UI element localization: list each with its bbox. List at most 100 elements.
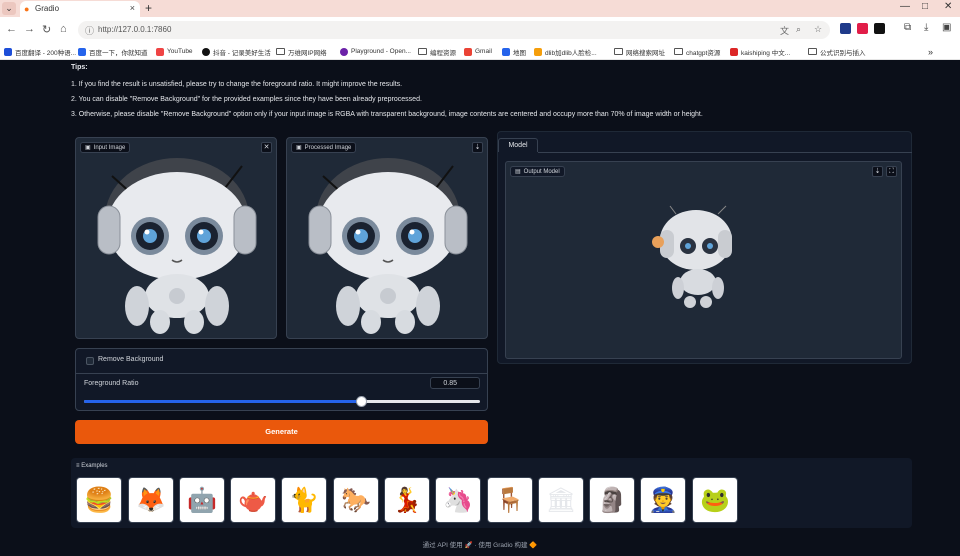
list-icon: ≡ [76,463,80,469]
bookmark-star-icon[interactable]: ☆ [814,24,822,35]
site-info-icon[interactable]: ⓘ [85,24,94,37]
example-horse[interactable]: 🐎 [333,477,379,523]
url-text[interactable]: http://127.0.0.1:7860 [98,25,171,34]
police-officer-icon: 👮 [648,486,678,514]
minimize-button[interactable]: — [900,1,910,12]
example-dancer[interactable]: 💃 [384,477,430,523]
bookmark-item[interactable]: 抖音 - 记录美好生活 [202,46,271,57]
bookmark-item[interactable]: 百度翻译 - 200种语... [4,46,76,57]
extension-icon[interactable] [840,23,851,34]
browser-tab[interactable]: ● Gradio × [20,1,140,17]
example-chair[interactable]: 🪑 [487,477,533,523]
download-button[interactable]: ⇣ [472,142,483,153]
douyin-icon [202,47,210,56]
remove-background-checkbox[interactable] [86,357,94,365]
processed-image-label: ▣ Processed Image [291,142,357,153]
bookmark-item[interactable]: Playground - Open... [340,46,411,57]
bookmark-item[interactable]: 百度一下，你就知道 [78,46,148,57]
tip-text: 3. Otherwise, please disable "Remove Bac… [71,111,703,118]
ruins-icon: 🏛 [545,486,577,514]
download-model-button[interactable]: ⇣ [872,166,883,177]
extensions-puzzle-icon[interactable]: ⧉ [904,22,911,33]
example-hamburger[interactable]: 🍔 [76,477,122,523]
examples-panel: ≡ Examples 🍔 🦊 🤖 🫖 🐈 🐎 💃 🦄 🪑 🏛 🗿 👮 🐸 [71,458,912,528]
bookmark-item[interactable]: Gmail [464,46,492,57]
bookmark-item[interactable]: dlib加dlib人脸检... [534,46,597,57]
openai-icon [340,47,348,56]
bookmark-favicon-icon [534,47,542,56]
example-cat-figure[interactable]: 🐈 [281,477,327,523]
frog-icon: 🐸 [700,486,730,514]
output-model-viewer[interactable]: ▤ Output Model ⇣ ⛶ [505,161,902,359]
home-icon[interactable]: ⌂ [60,23,67,35]
example-unicorn[interactable]: 🦄 [435,477,481,523]
statue-icon: 🗿 [597,486,627,514]
bookmarks-bar: 百度翻译 - 200种语... 百度一下，你就知道 YouTube 抖音 - 记… [0,43,960,60]
cat-icon: 🐈 [289,486,319,514]
zoom-icon[interactable]: ⌕ [796,24,801,35]
bookmark-folder[interactable]: 编程资源 [418,46,456,57]
input-image-label: ▣ Input Image [80,142,131,153]
example-robot[interactable]: 🤖 [179,477,225,523]
dancer-icon: 💃 [392,486,422,514]
folder-icon [276,48,285,55]
reload-icon[interactable]: ↻ [42,23,51,36]
new-tab-button[interactable]: + [145,1,152,15]
close-window-button[interactable]: ✕ [944,1,952,12]
bookmark-folder[interactable]: 网络搜索网址 [614,46,665,57]
options-panel: Remove Background Foreground Ratio 0.85 [75,348,488,411]
clear-image-button[interactable]: ✕ [261,142,272,153]
teapot-icon: 🫖 [238,486,268,514]
bookmark-item[interactable]: 地图 [502,46,526,57]
model-panel: Model ▤ Output Model ⇣ ⛶ [497,131,912,364]
bookmark-folder[interactable]: 公式识别与插入 [808,46,866,57]
map-icon [502,47,510,56]
translate-icon[interactable]: 文 [780,24,789,37]
tip-text: 1. If you find the result is unsatisfied… [71,81,403,88]
folder-icon [614,48,623,55]
bookmark-item[interactable]: YouTube [156,46,193,57]
processed-image-panel: ▣ Processed Image ⇣ [286,137,488,339]
address-bar[interactable]: ⓘ http://127.0.0.1:7860 文 ⌕ ☆ [78,21,830,39]
more-bookmarks-button[interactable]: » [928,46,933,57]
forward-icon[interactable]: → [24,23,35,35]
robot-icon: 🤖 [187,486,217,514]
fullscreen-button[interactable]: ⛶ [886,166,897,177]
foreground-ratio-slider[interactable] [84,396,480,407]
example-police-officer[interactable]: 👮 [640,477,686,523]
remove-background-label[interactable]: Remove Background [98,356,163,363]
back-icon[interactable]: ← [6,23,17,35]
browser-tab-bar: ⌄ ● Gradio × + — □ ✕ [0,0,960,17]
tab-search-button[interactable]: ⌄ [2,2,16,15]
maximize-button[interactable]: □ [922,1,928,12]
slider-fill [84,400,362,403]
foreground-ratio-input[interactable]: 0.85 [430,377,480,389]
tab-close-icon[interactable]: × [130,3,135,13]
example-frog[interactable]: 🐸 [692,477,738,523]
input-image-panel[interactable]: ▣ Input Image ✕ [75,137,277,339]
tab-model[interactable]: Model [498,138,538,152]
gradio-favicon-icon: ● [24,4,30,14]
generate-button[interactable]: Generate [75,420,488,444]
chair-icon: 🪑 [495,486,525,514]
example-ruins[interactable]: 🏛 [538,477,584,523]
image-icon: ▣ [296,145,302,151]
example-statue[interactable]: 🗿 [589,477,635,523]
bookmark-favicon-icon [4,47,12,56]
unicorn-icon: 🦄 [443,486,473,514]
slider-thumb[interactable] [356,396,368,407]
tip-text: 2. You can disable "Remove Background" f… [71,96,422,103]
profile-icon[interactable]: ▣ [942,22,951,33]
extension-icon[interactable] [857,23,868,34]
input-robot-image [92,156,262,339]
bookmark-folder[interactable]: 万维网IP网络 [276,46,327,57]
example-fox[interactable]: 🦊 [128,477,174,523]
3d-robot-model[interactable] [646,202,746,317]
bookmark-item[interactable]: kaishiping 中文... [730,46,790,57]
folder-icon [674,48,683,55]
bookmark-folder[interactable]: chatgpt资源 [674,46,720,57]
footer-text[interactable]: 通过 API 使用 🚀 · 使用 Gradio 构建 🔶 [0,539,960,549]
download-icon[interactable]: ⤓ [924,22,928,33]
example-teapot[interactable]: 🫖 [230,477,276,523]
extension-icon[interactable] [874,23,885,34]
